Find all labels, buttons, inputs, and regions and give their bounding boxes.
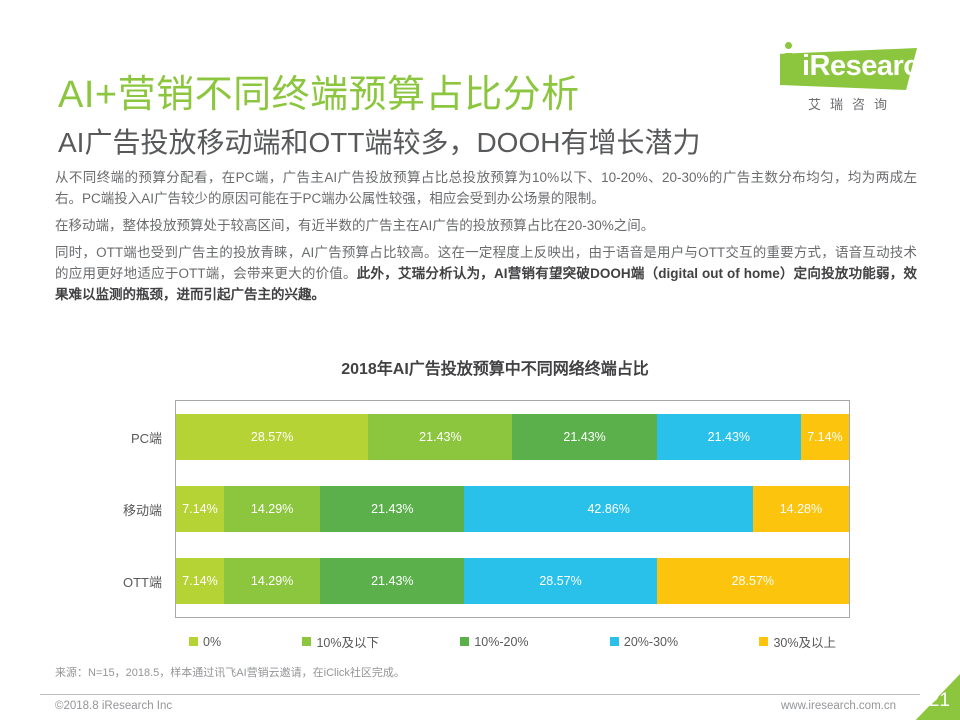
legend-label: 0% [203,634,222,649]
legend-label: 10%-20% [474,634,529,649]
logo-subtext: 艾瑞咨询 [808,98,897,113]
bar-segment: 21.43% [656,414,801,460]
logo-i-stem [785,53,792,84]
bar-row: PC端 28.57% 21.43% 21.43% 21.43% 7.14% [131,414,849,460]
legend-swatch-icon [609,637,619,646]
category-label: PC端 [130,430,162,446]
legend-item[interactable]: 30%及以上 [759,632,836,651]
bar-segment: 21.43% [368,414,513,460]
legend-label: 30%及以上 [773,636,836,650]
footer-website: www.iresearch.com.cn [780,700,896,712]
bar-row: 移动端 7.14% 14.29% 21.43% 42.86% 14.28% [123,486,849,532]
chart-legend: 0% 10%及以下 10%-20% 20%-30% 30%及以上 [175,632,850,651]
page-number: 21 [928,690,950,711]
legend-swatch-icon [302,637,312,646]
footer-copyright: ©2018.8 iResearch Inc [55,700,173,712]
bar-segment: 21.43% [320,558,465,604]
bar-segment: 7.14% [176,486,225,532]
paragraph-3: 同时，OTT端也受到广告主的投放青睐，AI广告预算占比较高。这在一定程度上反映出… [55,242,917,305]
chart-title: 2018年AI广告投放预算中不同网络终端占比 [341,361,649,378]
legend-swatch-icon [189,637,198,646]
legend-label: 20%-30% [623,634,679,649]
bar-segment: 28.57% [656,558,849,604]
legend-swatch-icon [460,637,470,646]
logo-i-dot [785,42,792,49]
chart-block: 2018年AI广告投放预算中不同网络终端占比 PC端 28.57% 21.43% 21… [0,355,960,650]
bar-segment: 7.14% [176,558,225,604]
legend-label: 10%及以下 [316,636,379,650]
category-label: OTT端 [123,574,162,590]
footer-divider [40,694,920,695]
logo-mark: iResearch [762,42,937,90]
bar-segment: 21.43% [320,486,465,532]
bar-segment: 42.86% [464,486,753,532]
bar-rows: PC端 28.57% 21.43% 21.43% 21.43% 7.14% 移动端 7.14%… [123,401,849,617]
bar-row: OTT端 7.14% 14.29% 21.43% 28.57% 28.57% [123,558,849,604]
legend-item[interactable]: 0% [189,632,221,651]
page-subtitle: AI广告投放移动端和OTT端较多，DOOH有增长潜力 [58,127,701,159]
bar-segment: 28.57% [464,558,657,604]
category-label: 移动端 [122,502,162,518]
legend-swatch-icon [759,637,769,646]
page-title: AI+营销不同终端预算占比分析 [58,74,580,117]
iresearch-logo: iResearch 艾瑞咨询 [762,42,937,120]
logo-wordmark: iResearch [802,50,937,82]
legend-item[interactable]: 10%及以下 [302,632,379,651]
bar-segment: 28.57% [176,414,369,460]
bar-segment: 21.43% [512,414,657,460]
source-note: 来源：N=15，2018.5，样本通过讯飞AI营销云邀请，在iClick社区完成… [55,667,405,679]
bar-segment: 14.28% [752,486,849,532]
legend-item[interactable]: 10%-20% [460,632,529,651]
paragraph-1: 从不同终端的预算分配看，在PC端，广告主AI广告投放预算占比总投放预算为10%以… [55,170,917,206]
bar-segment: 7.14% [800,414,849,460]
paragraph-2: 在移动端，整体投放预算处于较高区间，有近半数的广告主在AI广告的投放预算占比在2… [55,218,655,233]
bar-segment: 14.29% [224,558,321,604]
legend-item[interactable]: 20%-30% [609,632,679,651]
bar-segment: 14.29% [224,486,321,532]
body-copy: 从不同终端的预算分配看，在PC端，广告主AI广告投放预算占比总投放预算为10%以… [55,167,917,305]
chart-plot-area: PC端 28.57% 21.43% 21.43% 21.43% 7.14% 移动端 7.14%… [123,400,850,618]
